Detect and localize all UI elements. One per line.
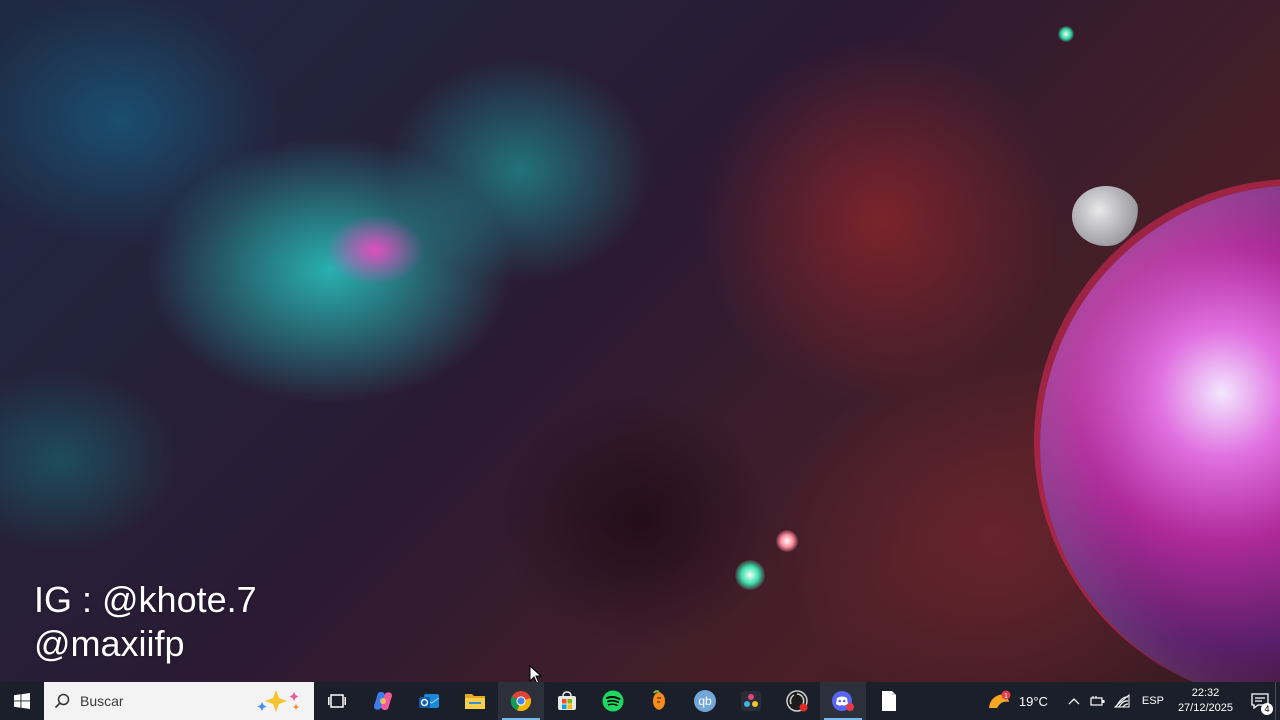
show-desktop-button[interactable] xyxy=(1275,682,1280,720)
notepad-icon xyxy=(882,691,896,711)
star-glow xyxy=(1058,26,1074,42)
battery-plug-icon xyxy=(1090,696,1105,706)
copilot-icon xyxy=(374,691,392,711)
microsoft-store-button[interactable] xyxy=(544,682,590,720)
clock-time: 22:32 xyxy=(1191,687,1220,699)
davinci-resolve-button[interactable] xyxy=(728,682,774,720)
spotify-icon xyxy=(602,690,624,712)
fl-studio-icon xyxy=(653,690,665,710)
weather-widget[interactable]: 1 19°C xyxy=(987,682,1062,720)
system-tray: 1 19°C ESP 22:32 27/12/2025 4 xyxy=(987,682,1280,720)
task-view-button[interactable] xyxy=(314,682,360,720)
start-button[interactable] xyxy=(0,682,44,720)
watermark: IG : @khote.7 @maxiifp xyxy=(34,578,257,666)
obs-recording-button[interactable] xyxy=(774,682,820,720)
chevron-up-icon xyxy=(1068,698,1080,705)
network-button[interactable] xyxy=(1110,682,1134,720)
notification-count-badge: 4 xyxy=(1261,703,1273,715)
weather-temperature: 19°C xyxy=(1018,693,1048,709)
task-view-icon xyxy=(328,694,346,708)
mouse-cursor-icon xyxy=(529,665,543,682)
outlook-icon xyxy=(419,694,440,708)
file-explorer-button[interactable] xyxy=(452,682,498,720)
qbittorrent-icon: qb xyxy=(694,690,716,712)
windows-logo-icon xyxy=(14,693,30,709)
spotify-button[interactable] xyxy=(590,682,636,720)
weather-badge: 1 xyxy=(1004,693,1008,700)
davinci-resolve-icon xyxy=(741,691,761,711)
watermark-line-handle: @maxiifp xyxy=(34,623,185,664)
language-indicator: ESP xyxy=(1141,695,1164,707)
microsoft-store-icon xyxy=(558,691,576,710)
search-box[interactable]: Buscar xyxy=(44,682,314,720)
outlook-button[interactable] xyxy=(406,682,452,720)
fl-studio-button[interactable] xyxy=(636,682,682,720)
chrome-button[interactable] xyxy=(498,682,544,720)
star-glow xyxy=(735,560,765,590)
notepad-button[interactable] xyxy=(866,682,912,720)
chrome-icon xyxy=(510,691,531,712)
wifi-icon xyxy=(1113,694,1130,708)
clock-date: 27/12/2025 xyxy=(1177,702,1233,714)
discord-icon xyxy=(832,691,854,711)
clock: 22:32 27/12/2025 xyxy=(1178,686,1233,716)
show-hidden-icons-button[interactable] xyxy=(1062,682,1086,720)
qbittorrent-button[interactable]: qb xyxy=(682,682,728,720)
file-explorer-icon xyxy=(465,694,485,709)
desktop-wallpaper: IG : @khote.7 @maxiifp xyxy=(0,0,1280,682)
watermark-line-ig: IG : @khote.7 xyxy=(34,579,257,620)
obs-recording-icon xyxy=(786,690,808,712)
search-placeholder: Buscar xyxy=(80,693,124,709)
planet-graphic xyxy=(1040,185,1280,682)
weather-icon: 1 xyxy=(988,690,1011,708)
discord-button[interactable] xyxy=(820,682,866,720)
sparkle-icon xyxy=(257,690,299,712)
search-icon xyxy=(54,693,70,709)
clock-button[interactable]: 22:32 27/12/2025 xyxy=(1172,682,1245,720)
taskbar: Buscar qb 1 19°C ESP 22:32 27/12/2025 4 xyxy=(0,682,1280,720)
battery-button[interactable] xyxy=(1086,682,1110,720)
moon-graphic xyxy=(1072,186,1140,246)
svg-text:qb: qb xyxy=(698,694,712,708)
copilot-button[interactable] xyxy=(360,682,406,720)
action-center-button[interactable]: 4 xyxy=(1245,682,1275,720)
star-glow xyxy=(776,530,798,552)
input-language-button[interactable]: ESP xyxy=(1134,682,1172,720)
